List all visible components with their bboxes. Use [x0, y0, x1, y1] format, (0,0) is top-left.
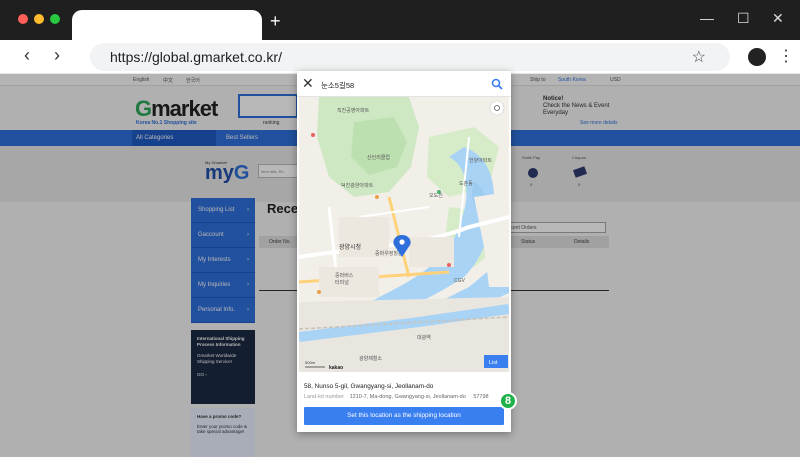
map-view[interactable]: 직진공영아파트 산인리클럽 덕진광양아파트 광양시청 중마우정힐동 오도진 CG…: [299, 97, 509, 372]
map-label-6: 오도진: [429, 192, 443, 199]
land-lot-value: 1210-7, Ma-dong, Gwangyang-si, Jeollanam…: [349, 394, 466, 400]
map-label-11: 터미널: [335, 279, 349, 286]
map-canvas[interactable]: 직진공영아파트 산인리클럽 덕진광양아파트 광양시청 중마우정힐동 오도진 CG…: [299, 97, 509, 372]
forward-icon[interactable]: ›: [54, 45, 60, 66]
profile-icon[interactable]: [748, 48, 766, 66]
close-icon[interactable]: ✕: [772, 10, 784, 26]
restore-icon[interactable]: ☐: [737, 10, 750, 26]
screen: + — ☐ ✕ ‹ › https://global.gmarket.co.kr…: [0, 0, 800, 457]
close-icon[interactable]: ✕: [302, 75, 314, 92]
browser-tab[interactable]: [72, 10, 262, 40]
map-label-13: 도촌동: [459, 180, 473, 187]
set-shipping-location-button[interactable]: Set this location as the shipping locati…: [304, 407, 504, 425]
address-bar: ‹ › https://global.gmarket.co.kr/ ☆ ⋮: [0, 40, 800, 74]
minimize-icon[interactable]: —: [700, 10, 714, 26]
address-query-input[interactable]: 눈소5길58: [321, 80, 354, 91]
land-lot-label: Land-lot number: [304, 394, 345, 400]
land-lot-row: Land-lot number 1210-7, Ma-dong, Gwangya…: [304, 394, 489, 400]
map-label-10: 중마버스: [335, 272, 354, 279]
map-label-1: 직진공영아파트: [337, 107, 370, 114]
locate-me-icon[interactable]: [489, 100, 505, 116]
postcode-value: 57798: [473, 394, 489, 400]
map-label-3: 덕진광양아파트: [341, 182, 374, 189]
modal-header: ✕ 눈소5길58: [297, 71, 511, 97]
url-text: https://global.gmarket.co.kr/: [110, 49, 282, 65]
maximize-window-icon[interactable]: [50, 14, 60, 24]
map-label-12: 광양제철소: [359, 355, 382, 362]
back-icon[interactable]: ‹: [24, 45, 30, 66]
menu-kebab-icon[interactable]: ⋮: [778, 46, 794, 66]
search-icon[interactable]: [491, 78, 503, 90]
url-field[interactable]: https://global.gmarket.co.kr/ ☆: [90, 43, 730, 71]
bookmark-star-icon[interactable]: ☆: [692, 47, 706, 67]
close-window-icon[interactable]: [18, 14, 28, 24]
browser-titlebar: + — ☐ ✕: [0, 0, 800, 40]
map-label-4: 광양시청: [339, 243, 361, 251]
kakao-logo: kakao: [329, 365, 343, 371]
new-tab-icon[interactable]: +: [270, 12, 281, 30]
map-list-label: List: [489, 360, 498, 366]
minimize-window-icon[interactable]: [34, 14, 44, 24]
step-badge: 8: [499, 392, 517, 410]
address-search-modal: ✕ 눈소5길58 직진공영아파트 산인리클럽 덕진광양아파트 광양시청 중마우정…: [297, 71, 511, 432]
map-scale: 500m: [305, 360, 316, 365]
map-label-2: 산인리클럽: [367, 154, 390, 161]
map-label-9: 한양아파트: [469, 157, 492, 164]
selected-address: 58, Nunso 5-gil, Gwangyang-si, Jeollanam…: [304, 383, 434, 390]
map-label-8: 대광역: [417, 334, 431, 341]
map-label-7: CGV: [454, 278, 466, 284]
